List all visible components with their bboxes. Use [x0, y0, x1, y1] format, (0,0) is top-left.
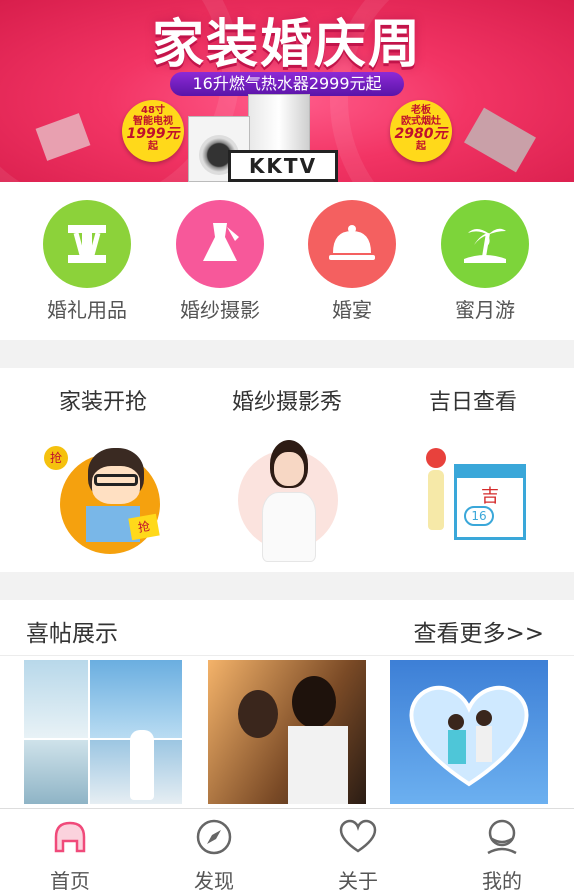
price-badge-right: 老板 欧式烟灶 2980元 起 — [390, 100, 452, 162]
category-wedding-photo[interactable]: 婚纱摄影 — [160, 200, 280, 323]
calendar-number: 16 — [464, 506, 494, 526]
section-title: 喜帖展示 — [26, 621, 118, 647]
view-more-link[interactable]: 查看更多>> — [413, 614, 544, 648]
badge-price: 1999元 — [126, 126, 180, 142]
feature-lucky-day[interactable]: 吉日查看 吉 16 — [388, 384, 558, 560]
tab-mine[interactable]: 我的 — [452, 817, 552, 890]
banner-subtitle: 16升燃气热水器2999元起 — [170, 72, 404, 96]
category-honeymoon[interactable]: 蜜月游 — [425, 200, 545, 323]
bottom-tab-bar: 首页 发现 关于 我的 — [0, 808, 574, 890]
invites-header: 喜帖展示 查看更多>> — [0, 600, 574, 656]
feature-wedding-photo-show[interactable]: 婚纱摄影秀 — [202, 384, 372, 562]
tab-discover[interactable]: 发现 — [164, 817, 264, 890]
feature-section: 家装开抢 抢 抢 婚纱摄影秀 吉日查看 吉 16 — [0, 368, 574, 572]
feature-home-decor[interactable]: 家装开抢 抢 抢 — [18, 384, 188, 560]
invite-photo-3[interactable] — [390, 660, 548, 804]
rush-badge: 抢 — [44, 446, 68, 470]
palm-island-icon — [441, 200, 529, 288]
invite-photo-1[interactable] — [24, 660, 182, 804]
badge-line: 48寸 — [141, 105, 165, 116]
bride-photo-image — [222, 440, 352, 562]
badge-price: 2980元 — [394, 126, 448, 142]
category-label: 婚纱摄影 — [180, 298, 260, 322]
cloche-icon — [308, 200, 396, 288]
tab-about[interactable]: 关于 — [308, 817, 408, 890]
category-wedding-supplies[interactable]: 婚礼用品 — [27, 200, 147, 323]
category-row: 婚礼用品 婚纱摄影 婚宴 蜜月游 — [0, 182, 574, 340]
calendar-char: 吉 — [481, 486, 499, 507]
badge-suffix: 起 — [148, 140, 158, 152]
badge-line: 老板 — [411, 105, 431, 116]
tab-home[interactable]: 首页 — [20, 817, 120, 890]
calendar-image: 吉 16 — [408, 440, 538, 560]
user-icon — [487, 819, 517, 855]
badge-suffix: 起 — [416, 140, 426, 152]
invite-photo-2[interactable] — [208, 660, 366, 804]
feature-title: 婚纱摄影秀 — [231, 390, 342, 415]
tab-label: 首页 — [50, 869, 90, 890]
feature-title: 家装开抢 — [58, 390, 147, 415]
wedding-supplies-icon — [43, 200, 131, 288]
category-label: 婚礼用品 — [47, 298, 127, 322]
rush-cartoon-image: 抢 抢 — [38, 440, 168, 560]
category-banquet[interactable]: 婚宴 — [292, 200, 412, 323]
tab-label: 发现 — [194, 869, 234, 890]
tab-label: 关于 — [338, 869, 378, 890]
price-badge-left: 48寸 智能电视 1999元 起 — [122, 100, 184, 162]
rush-badge: 抢 — [128, 513, 160, 541]
promo-banner[interactable]: 家装婚庆周 16升燃气热水器2999元起 KKTV 48寸 智能电视 1999元… — [0, 0, 574, 182]
home-icon — [54, 821, 86, 853]
heart-icon — [339, 819, 377, 853]
tv-brand-label: KKTV — [228, 150, 338, 182]
banner-title: 家装婚庆周 — [151, 15, 422, 75]
invites-photo-list — [0, 656, 574, 808]
tab-label: 我的 — [482, 869, 522, 890]
category-label: 婚宴 — [332, 298, 372, 322]
appliances-image: KKTV — [188, 94, 348, 182]
compass-icon — [196, 819, 232, 855]
category-label: 蜜月游 — [455, 298, 515, 322]
feature-title: 吉日查看 — [428, 390, 517, 415]
dress-icon — [176, 200, 264, 288]
